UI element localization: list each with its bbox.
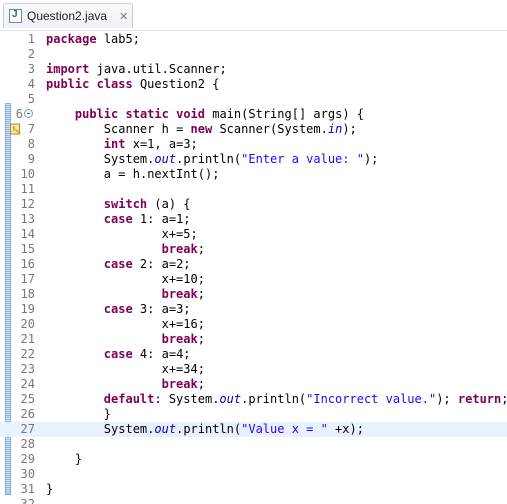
code-line-4[interactable]: 4 public class Question2 { <box>0 77 507 92</box>
code-text: System.out.println("Value x = " +x); <box>103 422 364 436</box>
code-text: package lab5; <box>46 32 140 46</box>
code-line-6[interactable]: 6 public static void main(String[] args)… <box>0 107 507 122</box>
svg-text:!: ! <box>13 125 16 133</box>
code-line-23[interactable]: 23 x+=34; <box>0 362 507 377</box>
code-line-26[interactable]: 26 } <box>0 407 507 422</box>
code-text: public static void main(String[] args) { <box>74 107 365 121</box>
code-text: } <box>46 452 83 466</box>
code-text: switch (a) { <box>103 197 191 211</box>
code-text: a = h.nextInt(); <box>103 167 220 181</box>
java-file-icon: J <box>9 9 22 23</box>
line-number: 16 <box>20 257 35 271</box>
code-text: break; <box>161 242 205 256</box>
code-text: x+=5; <box>161 227 198 241</box>
code-line-9[interactable]: 9 System.out.println("Enter a value: "); <box>0 152 507 167</box>
code-line-17[interactable]: 17 x+=10; <box>0 272 507 287</box>
line-number: 9 <box>27 152 35 166</box>
code-line-30[interactable]: 30 <box>0 467 507 482</box>
line-number: 26 <box>20 407 35 421</box>
code-line-24[interactable]: 24 break; <box>0 377 507 392</box>
code-text: case 4: a=4; <box>103 347 191 361</box>
code-line-7[interactable]: 7! Scanner h = new Scanner(System.in); <box>0 122 507 137</box>
code-line-2[interactable]: 2 <box>0 47 507 62</box>
code-line-31[interactable]: 31} <box>0 482 507 497</box>
line-number: 11 <box>20 182 35 196</box>
code-line-18[interactable]: 18 break; <box>0 287 507 302</box>
code-text: import java.util.Scanner; <box>46 62 227 76</box>
code-editor[interactable]: 1 package lab5; 2 3 import java.util.Scanner… <box>0 31 507 504</box>
line-number: 32 <box>20 497 35 504</box>
line-number: 17 <box>20 272 35 286</box>
code-text: default: System.out.println("Incorrect v… <box>103 392 507 406</box>
code-line-19[interactable]: 19 case 3: a=3; <box>0 302 507 317</box>
code-text: break; <box>161 377 205 391</box>
code-line-28[interactable]: 28 <box>0 437 507 452</box>
line-number: 25 <box>20 392 35 406</box>
code-line-21[interactable]: 21 break; <box>0 332 507 347</box>
line-number: 3 <box>27 62 35 76</box>
line-number: 2 <box>27 47 35 61</box>
code-text: } <box>46 482 54 496</box>
editor-tab-bar: J Question2.java ✕ <box>0 0 507 31</box>
code-line-29[interactable]: 29 } <box>0 452 507 467</box>
line-number: 22 <box>20 347 35 361</box>
code-line-25[interactable]: 25 default: System.out.println("Incorrec… <box>0 392 507 407</box>
code-line-11[interactable]: 11 <box>0 182 507 197</box>
close-icon[interactable]: ✕ <box>119 10 128 23</box>
code-line-5[interactable]: 5 <box>0 92 507 107</box>
code-line-12[interactable]: 12 switch (a) { <box>0 197 507 212</box>
line-number: 10 <box>20 167 35 181</box>
line-number: 28 <box>20 437 35 451</box>
line-number: 27 <box>20 422 35 436</box>
line-number: 12 <box>20 197 35 211</box>
tab-title: Question2.java <box>27 9 108 23</box>
code-line-20[interactable]: 20 x+=16; <box>0 317 507 332</box>
line-number: 4 <box>27 77 35 91</box>
line-number: 1 <box>27 32 35 46</box>
code-line-16[interactable]: 16 case 2: a=2; <box>0 257 507 272</box>
code-line-22[interactable]: 22 case 4: a=4; <box>0 347 507 362</box>
code-text: break; <box>161 287 205 301</box>
line-number: 8 <box>27 137 35 151</box>
editor-tab-question2[interactable]: J Question2.java ✕ <box>3 3 133 28</box>
line-number: 19 <box>20 302 35 316</box>
code-line-27[interactable]: 27 System.out.println("Value x = " +x); <box>0 422 507 437</box>
code-line-3[interactable]: 3 import java.util.Scanner; <box>0 62 507 77</box>
code-text: case 3: a=3; <box>103 302 191 316</box>
code-line-13[interactable]: 13 case 1: a=1; <box>0 212 507 227</box>
code-line-8[interactable]: 8 int x=1, a=3; <box>0 137 507 152</box>
code-text: x+=34; <box>161 362 205 376</box>
code-line-15[interactable]: 15 break; <box>0 242 507 257</box>
line-number: 23 <box>20 362 35 376</box>
line-number: 5 <box>27 92 35 106</box>
code-text: break; <box>161 332 205 346</box>
code-text: case 2: a=2; <box>103 257 191 271</box>
code-line-32[interactable]: 32 <box>0 497 507 504</box>
code-text: System.out.println("Enter a value: "); <box>103 152 379 166</box>
line-number: 14 <box>20 227 35 241</box>
line-number: 21 <box>20 332 35 346</box>
line-number: 20 <box>20 317 35 331</box>
warning-icon[interactable]: ! <box>10 123 22 135</box>
line-number: 30 <box>20 467 35 481</box>
code-text: } <box>46 407 112 421</box>
code-line-10[interactable]: 10 a = h.nextInt(); <box>0 167 507 182</box>
line-number: 15 <box>20 242 35 256</box>
line-number: 24 <box>20 377 35 391</box>
code-text: x+=10; <box>161 272 205 286</box>
line-number: 6 <box>15 107 23 121</box>
line-number: 18 <box>20 287 35 301</box>
code-line-14[interactable]: 14 x+=5; <box>0 227 507 242</box>
code-text: case 1: a=1; <box>103 212 191 226</box>
line-number: 31 <box>20 482 35 496</box>
code-text: public class Question2 { <box>46 77 220 91</box>
code-line-1[interactable]: 1 package lab5; <box>0 32 507 47</box>
code-text: int x=1, a=3; <box>103 137 198 151</box>
line-number: 13 <box>20 212 35 226</box>
line-number: 29 <box>20 452 35 466</box>
fold-collapse-icon[interactable] <box>24 109 33 118</box>
code-text: Scanner h = new Scanner(System.in); <box>103 122 357 136</box>
code-text: x+=16; <box>161 317 205 331</box>
